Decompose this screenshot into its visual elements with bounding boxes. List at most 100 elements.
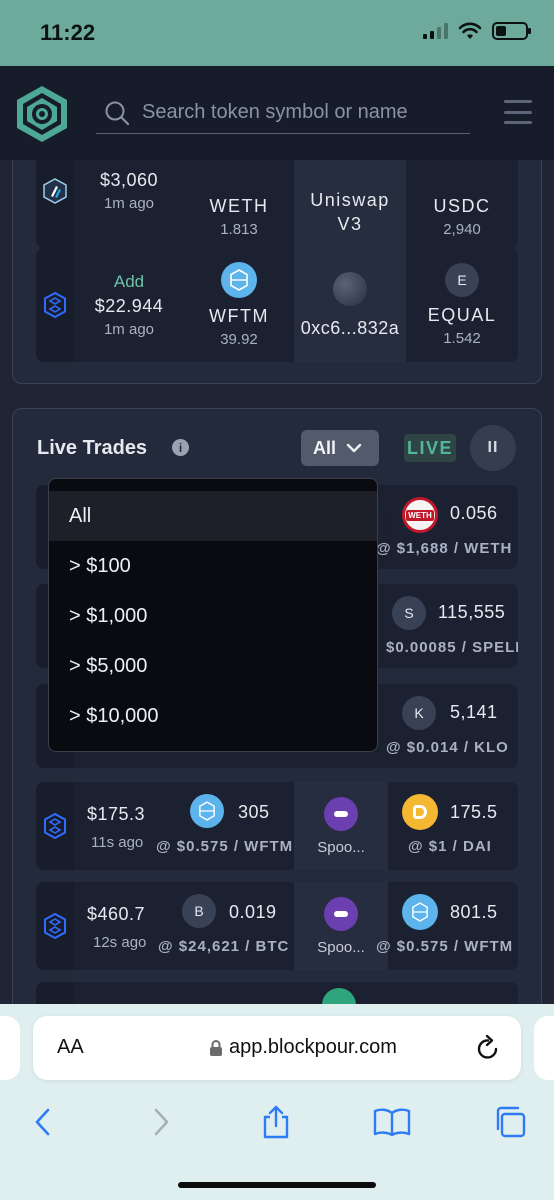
live-trade-row[interactable]	[36, 982, 518, 1004]
book-icon	[373, 1108, 411, 1137]
status-bar: 11:22	[0, 0, 554, 66]
recent-row[interactable]: Add $22.944 1m ago WFTM 39.92 0xc6...832…	[36, 248, 518, 362]
dex-cell: Spoo...	[294, 882, 388, 970]
token-out-amount: 1.542	[443, 330, 481, 347]
in-price: @ $0.575 / WFTM	[156, 838, 294, 855]
chevron-right-icon	[154, 1108, 169, 1136]
share-button[interactable]	[254, 1100, 298, 1144]
browser-nav-bar	[0, 1100, 554, 1148]
filter-option-100[interactable]: > $100	[49, 541, 377, 591]
token-out-cell: E EQUAL 1.542	[406, 248, 518, 362]
back-button[interactable]	[20, 1100, 64, 1144]
token-out-amount: 2,940	[443, 221, 481, 238]
token-in-symbol: WETH	[209, 196, 269, 216]
live-trades-title: Live Trades	[37, 437, 148, 459]
dex-icon	[333, 271, 367, 306]
search-icon	[105, 101, 130, 125]
token-in-cell: WETH 1.813	[184, 160, 294, 248]
status-icons	[423, 22, 531, 40]
trade-usd-cell: Add $22.944 1m ago	[74, 248, 184, 362]
spookyswap-icon	[324, 896, 358, 931]
live-trade-row[interactable]: $175.3 11s ago 305 @ $0.575 / WFTM Spoo.…	[36, 782, 518, 870]
reader-settings-button[interactable]: AA	[57, 1036, 84, 1059]
battery-icon	[492, 22, 531, 40]
out-amount: 5,141	[450, 702, 498, 722]
dex-name: Uniswap V3	[310, 190, 390, 234]
btc-letter-icon: B	[182, 894, 216, 928]
url-text: app.blockpour.com	[229, 1036, 397, 1058]
forward-button[interactable]	[140, 1100, 184, 1144]
status-time: 11:22	[40, 20, 96, 45]
browser-toolbar: AA app.blockpour.com	[0, 1004, 554, 1200]
app-header	[0, 66, 554, 160]
tabs-button[interactable]	[488, 1100, 532, 1144]
chain-icon	[36, 248, 74, 362]
fantom-icon	[44, 913, 66, 939]
weth-icon: WETH	[402, 497, 438, 533]
out-price: @ $1,688 / WETH	[376, 540, 513, 557]
live-badge: LIVE	[404, 434, 456, 462]
bookmarks-button[interactable]	[370, 1100, 414, 1144]
filter-option-1000[interactable]: > $1,000	[49, 591, 377, 641]
out-price: @ $1 / DAI	[408, 838, 492, 855]
token-out-letter-icon: E	[445, 263, 479, 297]
blockpour-logo-icon[interactable]	[14, 84, 70, 144]
url-host: app.blockpour.com	[209, 1036, 397, 1059]
address-bar[interactable]: AA app.blockpour.com	[33, 1016, 521, 1080]
wifi-icon	[458, 22, 482, 39]
out-amount: 801.5	[450, 902, 498, 922]
trade-age: 12s ago	[93, 934, 147, 951]
arbitrum-icon	[43, 178, 67, 204]
in-amount: 0.019	[229, 902, 277, 922]
info-icon[interactable]: i	[172, 439, 189, 456]
lock-icon	[210, 1039, 222, 1056]
previous-tab-card[interactable]	[0, 1016, 20, 1080]
chain-icon	[36, 160, 74, 248]
search-input[interactable]	[142, 101, 462, 124]
live-trade-row[interactable]: $460.7 12s ago B 0.019 @ $24,621 / BTC S…	[36, 882, 518, 970]
out-amount: 0.056	[450, 503, 498, 523]
dex-cell: 0xc6...832a	[294, 248, 406, 362]
battery-level	[496, 26, 506, 36]
token-in-symbol: WFTM	[209, 306, 269, 326]
recent-row[interactable]: $3,060 1m ago WETH 1.813 Uniswap V3 USDC…	[36, 160, 518, 248]
filter-dropdown-button[interactable]: All	[301, 430, 379, 466]
out-price: $0.00085 / SPELL	[386, 639, 518, 656]
trade-usd: $175.3	[87, 804, 146, 824]
chevron-down-icon	[346, 443, 362, 453]
wftm-icon	[402, 894, 438, 930]
wftm-icon	[190, 794, 224, 828]
filter-option-5000[interactable]: > $5,000	[49, 641, 377, 691]
token-out-symbol: USDC	[433, 196, 491, 216]
token-in-amount: 1.813	[220, 221, 258, 238]
filter-option-all[interactable]: All	[49, 491, 377, 541]
trade-usd: $460.7	[87, 904, 146, 924]
token-in-amount: 39.92	[220, 331, 258, 348]
next-tab-card[interactable]	[534, 1016, 554, 1080]
search-bar[interactable]	[96, 92, 470, 134]
reload-icon[interactable]	[475, 1034, 501, 1062]
out-price: @ $0.575 / WFTM	[376, 938, 514, 955]
in-amount: 305	[238, 802, 270, 822]
menu-hamburger-icon[interactable]	[504, 100, 532, 124]
chain-icon	[36, 782, 74, 870]
out-price: @ $0.014 / KLO	[386, 739, 509, 756]
chain-icon	[36, 982, 74, 1004]
dex-name: Spoo...	[317, 838, 365, 856]
filter-label: All	[313, 437, 337, 458]
out-amount: 115,555	[438, 602, 506, 622]
home-indicator	[178, 1182, 376, 1188]
spell-letter-icon: S	[392, 596, 426, 630]
token-icon	[322, 988, 356, 1004]
filter-dropdown-menu: All > $100 > $1,000 > $5,000 > $10,000	[48, 478, 378, 752]
trade-usd-cell: $3,060 1m ago	[74, 160, 184, 248]
fantom-icon	[44, 292, 66, 318]
trade-age: 1m ago	[103, 195, 155, 212]
pause-button[interactable]: II	[470, 425, 516, 471]
trade-age: 1m ago	[103, 321, 155, 338]
token-in-cell: WFTM 39.92	[184, 248, 294, 362]
filter-option-10000[interactable]: > $10,000	[49, 691, 377, 741]
in-price: @ $24,621 / BTC	[158, 938, 290, 955]
dai-icon	[402, 794, 438, 830]
token-out-cell: USDC 2,940	[406, 160, 518, 248]
